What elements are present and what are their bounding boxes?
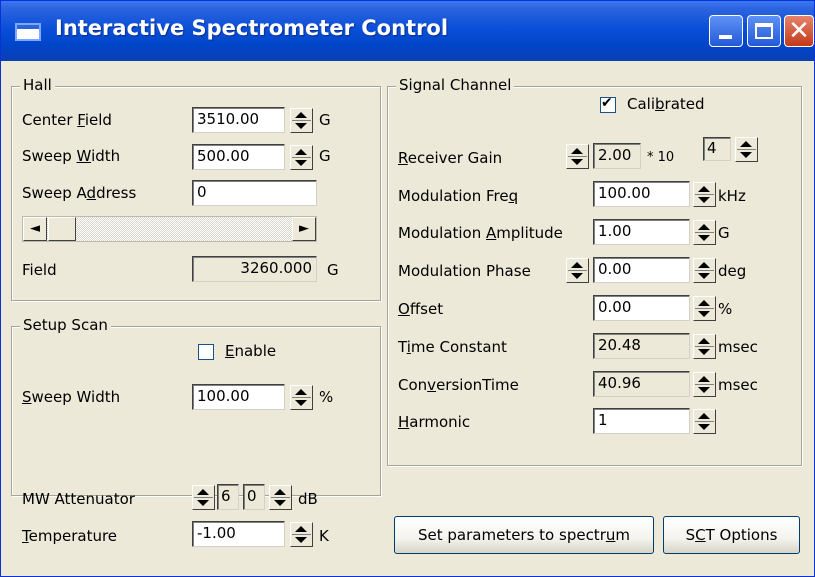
scroll-left-icon: ◄ (30, 221, 40, 236)
receiver-gain-times: * 10 (647, 150, 675, 165)
mw-attenuator-fine: 0 (243, 484, 265, 510)
calibrated-label: Calibrated (627, 95, 705, 113)
mw-attenuator-unit: dB (298, 490, 318, 508)
receiver-gain-label: Receiver Gain (398, 149, 503, 167)
offset-label: Offset (398, 300, 444, 318)
scan-sweep-width-unit: % (319, 388, 334, 406)
app-window-icon (15, 23, 41, 41)
mod-phase-left-spinner[interactable] (566, 258, 589, 283)
mod-freq-unit: kHz (718, 187, 746, 205)
scan-sweep-width-input[interactable]: 100.00 (192, 384, 285, 410)
mod-amp-input[interactable]: 1.00 (593, 219, 690, 245)
field-scrollbar[interactable]: ◄ ► (22, 216, 317, 242)
sweep-width-input[interactable]: 500.00 (192, 144, 285, 170)
center-field-spinner[interactable] (290, 108, 313, 133)
mod-phase-label: Modulation Phase (398, 262, 531, 280)
receiver-gain-spinner[interactable] (566, 144, 589, 169)
conversion-time-unit: msec (718, 376, 758, 394)
mod-freq-label: Modulation Freq (398, 187, 519, 205)
minimize-icon (719, 35, 732, 39)
field-label: Field (22, 261, 57, 279)
window-title: Interactive Spectrometer Control (55, 16, 449, 40)
enable-checkbox[interactable] (198, 344, 214, 360)
sweep-address-label: Sweep Address (22, 184, 137, 202)
mod-freq-spinner[interactable] (693, 182, 716, 207)
sweep-width-label: Sweep Width (22, 147, 121, 165)
scroll-thumb[interactable] (48, 217, 76, 241)
mod-phase-input[interactable]: 0.00 (593, 257, 690, 283)
calibrated-checkbox[interactable]: ✔ (600, 95, 616, 113)
title-bar[interactable]: Interactive Spectrometer Control ✕ (1, 1, 814, 61)
temperature-unit: K (319, 527, 329, 545)
mw-attenuator-left-spinner[interactable] (192, 485, 215, 510)
receiver-gain-exponent: 4 (703, 137, 731, 161)
temperature-spinner[interactable] (290, 522, 313, 547)
maximize-icon (755, 23, 773, 39)
app-window: Interactive Spectrometer Control ✕ Hall … (0, 0, 815, 577)
sweep-width-spinner[interactable] (290, 145, 313, 170)
scroll-right-button[interactable]: ► (292, 217, 316, 241)
mod-amp-spinner[interactable] (693, 220, 716, 245)
scan-sweep-width-label: Sweep Width (22, 388, 121, 406)
setup-scan-group: Setup Scan (11, 316, 381, 496)
conversion-time-label: ConversionTime (398, 376, 519, 394)
check-mark-icon: ✔ (601, 95, 613, 111)
mod-amp-label: Modulation Amplitude (398, 224, 563, 242)
close-button[interactable]: ✕ (784, 15, 814, 47)
sweep-width-unit: G (319, 147, 331, 165)
offset-spinner[interactable] (693, 296, 716, 321)
mw-attenuator-right-spinner[interactable] (269, 485, 292, 510)
center-field-input[interactable]: 3510.00 (192, 107, 285, 133)
setup-scan-legend: Setup Scan (20, 316, 111, 334)
temperature-label: Temperature (22, 527, 118, 545)
harmonic-input[interactable]: 1 (593, 408, 690, 434)
time-constant-label: Time Constant (398, 338, 507, 356)
time-constant-unit: msec (718, 338, 758, 356)
sweep-address-input[interactable]: 0 (192, 180, 317, 206)
offset-input[interactable]: 0.00 (593, 295, 690, 321)
temperature-input[interactable]: -1.00 (192, 521, 285, 547)
center-field-label: Center Field (22, 111, 112, 129)
scan-sweep-width-spinner[interactable] (290, 385, 313, 410)
mod-freq-input[interactable]: 100.00 (593, 181, 690, 207)
harmonic-spinner[interactable] (693, 409, 716, 434)
scroll-right-icon: ► (299, 221, 309, 236)
harmonic-label: Harmonic (398, 413, 471, 431)
conversion-time-readout: 40.96 (593, 371, 690, 397)
offset-unit: % (718, 300, 733, 318)
set-parameters-button[interactable]: Set parameters to spectrum (394, 516, 654, 554)
time-constant-spinner[interactable] (693, 334, 716, 359)
mod-phase-spinner[interactable] (693, 258, 716, 283)
time-constant-readout: 20.48 (593, 333, 690, 359)
mod-phase-unit: deg (718, 262, 747, 280)
close-icon: ✕ (788, 16, 810, 46)
signal-channel-legend: Signal Channel (396, 76, 515, 94)
hall-legend: Hall (20, 76, 55, 94)
mod-amp-unit: G (718, 224, 730, 242)
conversion-time-spinner[interactable] (693, 372, 716, 397)
receiver-gain-mantissa: 2.00 (593, 143, 641, 169)
mw-attenuator-label: MW Attenuator (22, 490, 135, 508)
center-field-unit: G (319, 111, 331, 129)
enable-label: Enable (225, 342, 277, 360)
receiver-gain-exponent-spinner[interactable] (735, 137, 758, 162)
field-readout: 3260.000 (192, 256, 317, 282)
sct-options-button[interactable]: SCT Options (663, 516, 800, 554)
dialog-body: Hall Center Field 3510.00 G Sweep Width … (7, 61, 808, 572)
field-unit: G (327, 261, 339, 279)
scroll-left-button[interactable]: ◄ (23, 217, 47, 241)
minimize-button[interactable] (709, 15, 743, 47)
mw-attenuator-coarse: 6 (217, 484, 239, 510)
maximize-button[interactable] (747, 15, 781, 47)
